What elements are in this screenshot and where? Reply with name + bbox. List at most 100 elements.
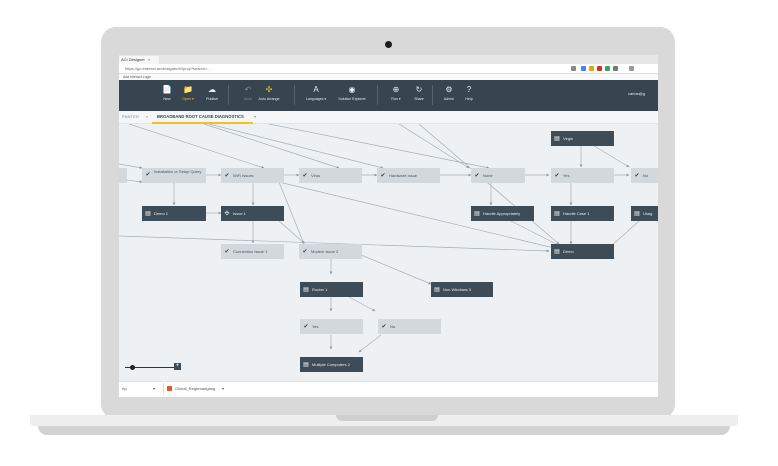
connector-line	[353, 251, 432, 285]
laptop-notch	[336, 415, 438, 421]
extension-icon[interactable]	[589, 66, 594, 71]
flow-node-demo[interactable]: ▤ Demo	[551, 244, 614, 259]
extension-icon[interactable]	[597, 66, 602, 71]
connector-line	[278, 220, 305, 244]
check-icon: ✔	[303, 324, 309, 330]
flow-node-label: Virus	[311, 173, 321, 178]
flow-node-router[interactable]: ▤ Router 1	[300, 282, 363, 297]
flow-node-label: No	[390, 324, 396, 329]
document-icon: ▤	[434, 287, 440, 293]
chevron-down-icon[interactable]: ▾	[153, 381, 155, 397]
document-icon: ▤	[554, 211, 560, 217]
flow-node-label: WiFi Issues	[233, 173, 254, 178]
flow-node-right-cut[interactable]: ▤ Usag	[631, 206, 658, 221]
connector-line	[203, 124, 340, 169]
solution-explorer-button[interactable]: ◉ Solution Explorer	[337, 81, 367, 110]
language-icon: A	[313, 85, 319, 94]
auto-arrange-button[interactable]: ✣ Auto Arrange	[254, 81, 284, 110]
toolbar-divider	[228, 85, 229, 105]
cloud-icon: ☁	[208, 85, 216, 94]
help-icon: ?	[466, 85, 472, 94]
connector-line	[398, 124, 470, 169]
gear-icon: ✣	[224, 211, 230, 217]
flow-node-non-windows[interactable]: ▤ Non Windows 3	[431, 282, 493, 297]
extension-icon[interactable]	[613, 66, 618, 71]
flow-node-yes-top[interactable]: ✔ Yes	[551, 168, 614, 183]
toolbar-divider	[432, 85, 433, 105]
flow-node-modem[interactable]: ✔ Modem Issue 2	[299, 244, 362, 259]
document-icon: ▤	[554, 249, 560, 255]
document-icon: ▤	[634, 211, 640, 217]
check-icon: ✔	[381, 324, 387, 330]
flow-node-multiple[interactable]: ▤ Multiple Computers 2	[300, 357, 363, 372]
document-icon: ▤	[145, 211, 151, 217]
menu-icon[interactable]	[629, 66, 634, 71]
connector-line	[348, 296, 376, 312]
check-icon: ✔	[224, 173, 230, 179]
flow-node-no-bottom[interactable]: ✔ No	[378, 319, 441, 334]
flow-node-issue[interactable]: ✣ Issue 1	[221, 206, 284, 221]
tab-close-icon[interactable]: ×	[148, 56, 150, 64]
flow-node-label: Virgin	[563, 136, 574, 141]
arrange-icon: ✣	[265, 85, 273, 94]
flow-node-label: Handle Appropriately	[483, 211, 521, 216]
share-icon: ↻	[415, 85, 423, 94]
download-item-name[interactable]: Global_Regbroadgang	[175, 381, 215, 397]
flow-node-virus[interactable]: ✔ Virus	[299, 168, 362, 183]
share-button[interactable]: ↻ Share	[404, 81, 434, 110]
connector-line	[208, 124, 384, 169]
flow-node-none[interactable]: ✔ None	[471, 168, 525, 183]
flow-node-demo1[interactable]: ▤ Demo 1	[142, 206, 206, 221]
breadcrumb-previous[interactable]: PANTED	[122, 111, 139, 123]
publish-button-label: Publish	[206, 97, 218, 101]
share-button-label: Share	[414, 97, 424, 101]
flow-node-label: Yes	[563, 173, 570, 178]
flow-node-handle-appropriately[interactable]: ▤ Handle Appropriately	[471, 206, 534, 221]
user-menu[interactable]: carlos@g	[628, 91, 645, 96]
flow-node-label: None	[483, 173, 493, 178]
flow-node-label: Usag	[643, 211, 653, 216]
laptop-screen: ACI Designer × https://go.interact.ac/de…	[119, 55, 658, 397]
check-icon: ✔	[380, 173, 386, 179]
publish-button[interactable]: ☁ Publish	[197, 81, 227, 110]
flow-node-label: Non Windows 3	[443, 287, 472, 292]
help-button-label: Help	[465, 97, 473, 101]
check-icon: ✔	[302, 249, 308, 255]
toolbar-divider	[294, 85, 295, 105]
connector-line	[128, 124, 265, 169]
flow-node-hardware[interactable]: ✔ Hardware Issue	[377, 168, 440, 183]
url-text[interactable]: https://go.interact.ac/designer/#!/proj/…	[125, 64, 211, 73]
document-icon: ▤	[554, 136, 560, 142]
flow-node-installation[interactable]: ✔ Installation or Setup Query	[142, 168, 206, 183]
chevron-down-icon[interactable]: ▾	[222, 381, 224, 397]
help-button[interactable]: ? Help	[454, 81, 484, 110]
chevron-down-icon[interactable]: ▾	[254, 111, 256, 123]
breadcrumb-separator: »	[146, 114, 149, 119]
zoom-slider-handle[interactable]	[130, 365, 135, 370]
flow-node-label: Issue 1	[233, 211, 246, 216]
flow-node-label: Demo	[563, 249, 574, 254]
flow-node-wifi[interactable]: ✔ WiFi Issues	[221, 168, 284, 183]
connector-line	[418, 124, 560, 245]
document-icon: ▤	[474, 211, 480, 217]
languages-button[interactable]: A Languages ▾	[301, 81, 331, 110]
flow-node-offscreen[interactable]	[119, 168, 127, 183]
star-icon[interactable]	[571, 66, 576, 71]
extension-icon[interactable]	[605, 66, 610, 71]
flow-node-no-top[interactable]: ✔ No	[631, 168, 658, 183]
flow-node-yes-bottom[interactable]: ✔ Yes	[300, 319, 363, 334]
flow-node-label: Multiple Computers 2	[312, 362, 350, 367]
check-icon: ✔	[554, 173, 560, 179]
browser-tab[interactable]: ACI Designer	[119, 56, 159, 64]
extension-icon[interactable]	[581, 66, 586, 71]
auto-arrange-button-label: Auto Arrange	[258, 97, 280, 101]
flow-node-virgin[interactable]: ▤ Virgin	[551, 131, 614, 146]
check-icon: ✔	[634, 173, 640, 179]
languages-button-label: Languages ▾	[305, 97, 327, 101]
zoom-in-button[interactable]: +	[174, 363, 181, 370]
flow-node-label: Connection Issue 1	[233, 249, 268, 254]
flow-node-connection[interactable]: ✔ Connection Issue 1	[221, 244, 284, 259]
flow-node-label: No	[643, 173, 649, 178]
flow-node-handle-case[interactable]: ▤ Handle Case 1	[551, 206, 614, 221]
download-item[interactable]: rtp	[122, 381, 127, 397]
